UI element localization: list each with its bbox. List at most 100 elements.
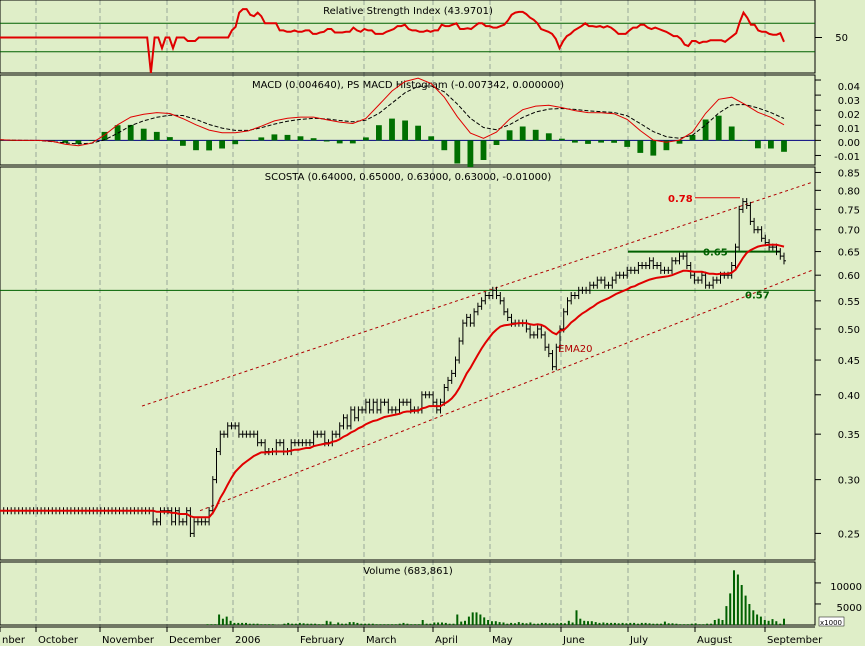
macd-histogram-bar — [415, 125, 421, 141]
volume-bar — [229, 620, 232, 625]
macd-histogram-bar — [741, 140, 748, 141]
volume-bar — [660, 623, 662, 625]
volume-bar — [556, 623, 559, 625]
volume-title: Volume (683,861) — [363, 566, 453, 577]
volume-bar — [448, 623, 451, 625]
volume-bar — [379, 624, 382, 625]
macd-histogram-bar — [336, 140, 343, 144]
volume-bar — [648, 623, 651, 625]
volume-bar — [629, 622, 632, 625]
volume-bar — [752, 610, 755, 625]
volume-bar — [410, 624, 413, 625]
volume-bar — [402, 622, 405, 625]
macd-histogram-bar — [624, 140, 631, 147]
price-tick-label: 0.55 — [838, 297, 860, 308]
volume-bar — [625, 623, 628, 625]
macd-histogram-bar — [180, 140, 186, 146]
macd-tick: 0.02 — [838, 110, 860, 121]
volume-bar — [337, 622, 340, 625]
volume-bar — [391, 624, 393, 625]
macd-title: MACD (0.004640), PS MACD Histogram (-0.0… — [252, 80, 564, 91]
macd-histogram-bar — [493, 140, 500, 145]
volume-bar — [729, 593, 732, 625]
volume-bar — [637, 623, 639, 625]
volume-bar — [452, 623, 455, 625]
volume-bar — [587, 621, 589, 625]
volume-bar — [694, 623, 697, 625]
volume-bar — [590, 621, 593, 625]
volume-bar — [698, 624, 701, 625]
price-tick-label: 0.65 — [838, 248, 860, 259]
price-tick-label: 0.25 — [838, 529, 860, 540]
x-tick-label: February — [300, 635, 344, 646]
x-tick-label: December — [169, 635, 222, 646]
volume-bar — [252, 623, 255, 625]
macd-histogram-bar — [441, 140, 448, 151]
volume-bar — [221, 618, 224, 625]
x-tick-label: July — [629, 635, 648, 646]
volume-bar — [256, 623, 259, 625]
volume-bar — [344, 623, 347, 625]
volume-bar — [294, 623, 297, 625]
macd-histogram-bar — [598, 140, 604, 143]
price-tick-label: 0.35 — [838, 430, 860, 441]
volume-bar — [679, 624, 682, 625]
macd-histogram-bar — [140, 128, 147, 141]
volume-bar — [717, 618, 720, 625]
volume-bar — [291, 623, 294, 625]
macd-histogram-bar — [715, 115, 722, 141]
volume-bar — [237, 622, 240, 625]
macd-histogram-bar — [88, 140, 95, 141]
price-tick-label: 0.85 — [838, 168, 860, 179]
volume-bar — [779, 623, 782, 625]
x-tick-label: March — [366, 635, 396, 646]
macd-histogram-bar — [193, 140, 199, 151]
volume-bar — [759, 616, 762, 625]
price-title: SCOSTA (0.64000, 0.65000, 0.63000, 0.630… — [265, 172, 552, 183]
macd-histogram-bar — [559, 138, 565, 141]
volume-bar — [771, 619, 774, 625]
x-tick-label: nber — [2, 635, 26, 646]
macd-histogram-bar — [781, 140, 787, 152]
x-tick-label: April — [435, 635, 458, 646]
volume-bar — [329, 621, 332, 625]
volume-tick-10000: 10000 — [830, 582, 862, 593]
x-tick-label: August — [697, 635, 732, 646]
volume-bar — [441, 622, 443, 625]
volume-bar — [429, 623, 432, 625]
macd-histogram-bar — [310, 138, 317, 141]
macd-histogram-bar — [545, 133, 552, 141]
volume-bar — [417, 624, 420, 625]
volume-bar — [348, 622, 351, 625]
volume-bar — [214, 624, 217, 625]
volume-bar — [683, 624, 686, 625]
volume-bar — [736, 574, 739, 625]
volume-bar — [606, 622, 609, 625]
volume-bar — [467, 616, 470, 625]
volume-bar — [387, 624, 390, 625]
volume-bar — [421, 620, 424, 625]
macd-histogram-bar — [232, 140, 239, 145]
price-tick-label: 0.75 — [838, 205, 860, 216]
volume-bar — [567, 620, 570, 625]
volume-bar — [563, 623, 566, 625]
macd-histogram-bar — [284, 134, 291, 141]
volume-bar — [710, 623, 712, 625]
macd-histogram-bar — [519, 126, 526, 141]
x-tick-label: October — [38, 635, 79, 646]
annotation-065: 0.65 — [703, 248, 728, 259]
volume-bar — [456, 614, 459, 625]
price-tick-label: 0.70 — [838, 226, 860, 237]
volume-bar — [471, 612, 474, 625]
volume-bar — [560, 622, 563, 625]
macd-histogram-bar — [297, 136, 304, 141]
volume-bar — [663, 621, 666, 625]
volume-bar — [333, 624, 336, 625]
volume-bar — [218, 614, 221, 625]
volume-bar — [487, 620, 490, 625]
volume-bar — [375, 624, 378, 625]
volume-bar — [594, 622, 597, 625]
price-tick-label: 0.50 — [838, 325, 860, 336]
stock-chart: Relative Strength Index (43.9701) 50 MAC… — [0, 0, 865, 646]
macd-histogram-bar — [467, 140, 474, 167]
